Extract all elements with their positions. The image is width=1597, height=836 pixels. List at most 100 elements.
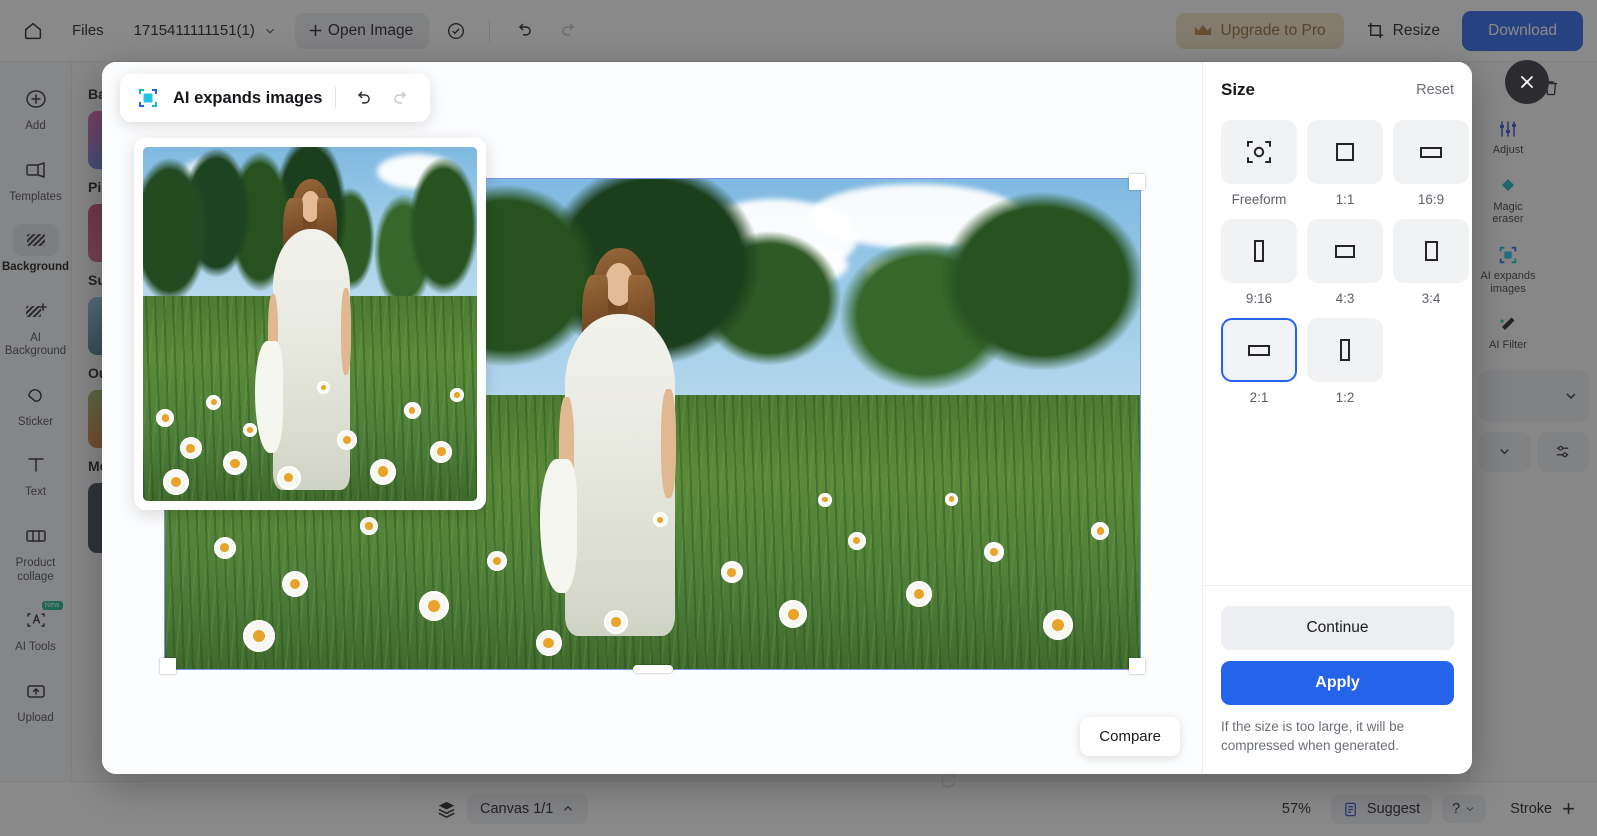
suggest-button[interactable]: Suggest: [1330, 794, 1433, 824]
new-badge: New: [41, 601, 63, 611]
filename-label: 1715411111151(1): [133, 22, 255, 39]
text-icon: [13, 449, 59, 481]
reset-button[interactable]: Reset: [1416, 82, 1454, 98]
plus-circle-icon: [13, 83, 59, 115]
tool-ai-expands-images[interactable]: AI expands images: [1478, 236, 1538, 303]
crown-icon: [1194, 23, 1212, 38]
rail-item-ai-tools[interactable]: AI Tools New: [4, 595, 68, 664]
size-panel-footer: Continue Apply If the size is too large,…: [1203, 584, 1472, 774]
tool-ai-filter[interactable]: AI Filter: [1478, 305, 1538, 360]
upload-icon: [13, 675, 59, 707]
size-note: If the size is too large, it will be com…: [1221, 718, 1405, 754]
rail-item-ai-background[interactable]: AI Background: [4, 286, 68, 368]
undo-icon[interactable]: [504, 12, 542, 50]
download-button[interactable]: Download: [1462, 10, 1583, 51]
ai-expand-icon: [1497, 244, 1519, 266]
redo-icon[interactable]: [388, 85, 414, 111]
tool-adjust[interactable]: Adjust: [1478, 110, 1538, 165]
redo-icon[interactable]: [550, 12, 588, 50]
tool-label: Adjust: [1492, 144, 1524, 156]
aspect-ratio-16-9[interactable]: 16:9: [1393, 120, 1469, 207]
rail-item-sticker[interactable]: Sticker: [4, 370, 68, 439]
plus-icon: [307, 22, 324, 39]
original-image: [143, 147, 477, 501]
ratio-shape-icon: [1307, 219, 1383, 283]
tool-label: AI expands images: [1480, 269, 1536, 295]
aspect-ratio-1-1[interactable]: 1:1: [1307, 120, 1383, 207]
sliders-icon[interactable]: [1536, 431, 1589, 472]
size-panel-header: Size Reset: [1221, 80, 1454, 100]
canvas-page-selector[interactable]: Canvas 1/1: [467, 794, 589, 824]
rail-item-label: AI Tools: [15, 641, 56, 654]
resize-handle-bottom-edge[interactable]: [632, 665, 673, 673]
cloud-check-icon[interactable]: [437, 12, 475, 50]
close-icon[interactable]: [1505, 60, 1549, 104]
aspect-ratio-1-2[interactable]: 1:2: [1307, 318, 1383, 405]
rail-item-label: Add: [25, 120, 46, 132]
ratio-shape-icon: [1221, 120, 1297, 184]
original-image-preview[interactable]: [134, 138, 486, 510]
continue-button[interactable]: Continue: [1221, 605, 1454, 650]
layers-icon[interactable]: [436, 799, 457, 820]
rail-item-label: Background: [1, 261, 70, 274]
undo-icon[interactable]: [349, 85, 375, 111]
chevron-control[interactable]: [1478, 431, 1531, 472]
ratio-label: 1:1: [1335, 192, 1355, 207]
rail-item-text[interactable]: Text: [4, 440, 68, 509]
ratio-shape-icon: [1393, 219, 1469, 283]
resize-handle-top-right[interactable]: [1129, 174, 1145, 190]
stroke-label: Stroke: [1510, 801, 1553, 817]
panel-spacer: [1221, 405, 1454, 585]
product-collage-icon: [13, 520, 59, 552]
files-menu[interactable]: Files: [60, 15, 116, 46]
aspect-ratio-grid: Freeform 1:1 16:9 9:16 4:3 3:4 2:1 1:2: [1221, 120, 1469, 405]
home-icon[interactable]: [14, 12, 52, 50]
photo-subject: [536, 247, 702, 640]
zoom-level[interactable]: 57%: [1272, 795, 1321, 823]
ratio-shape-icon: [1393, 120, 1469, 184]
collapsible-section[interactable]: [1478, 369, 1589, 422]
ratio-label: 4:3: [1335, 291, 1355, 306]
chevron-up-icon: [561, 802, 575, 816]
rail-item-templates[interactable]: Templates: [4, 145, 68, 214]
rail-item-upload[interactable]: Upload: [4, 666, 68, 735]
ratio-label: 2:1: [1249, 390, 1269, 405]
ai-tool-grid: Adjust Magic eraser AI expands images AI Fi…: [1478, 110, 1589, 360]
rail-item-label: Product collage: [15, 556, 56, 583]
resize-button[interactable]: Resize: [1352, 12, 1454, 49]
bottom-status-bar: Canvas 1/1 57% Suggest ? Stroke +: [0, 781, 1597, 836]
size-settings-panel: Size Reset Freeform 1:1 16:9 9:16 4:3 3:4 2:1 1…: [1202, 62, 1472, 774]
resize-handle-bottom-left[interactable]: [160, 658, 176, 674]
help-button[interactable]: ?: [1442, 795, 1487, 823]
ratio-shape-icon: [1307, 318, 1383, 382]
ratio-shape-icon: [1221, 219, 1297, 283]
compare-button[interactable]: Compare: [1080, 717, 1180, 756]
resize-handle-bottom-right[interactable]: [1129, 658, 1145, 674]
rail-item-background[interactable]: Background: [1, 215, 70, 284]
tool-label: AI Filter: [1489, 339, 1527, 352]
rail-item-product-collage[interactable]: Product collage: [4, 511, 68, 593]
chevron-down-icon: [1563, 388, 1579, 404]
tool-magic-eraser[interactable]: Magic eraser: [1478, 167, 1538, 234]
rail-item-label: Upload: [17, 711, 54, 724]
aspect-ratio-freeform[interactable]: Freeform: [1221, 120, 1297, 207]
aspect-ratio-3-4[interactable]: 3:4: [1393, 219, 1469, 306]
expand-preview-area[interactable]: AI expands images Compare: [102, 62, 1202, 774]
magic-eraser-icon: [1497, 175, 1519, 197]
filename-selector[interactable]: 1715411111151(1): [124, 15, 287, 46]
canvas-controls: Canvas 1/1: [436, 794, 589, 824]
rail-item-add[interactable]: Add: [4, 74, 68, 143]
aspect-ratio-9-16[interactable]: 9:16: [1221, 219, 1297, 306]
left-tool-rail: Add Templates Background AI Background Stick…: [0, 62, 72, 836]
plus-icon[interactable]: +: [1562, 796, 1581, 822]
apply-button[interactable]: Apply: [1221, 660, 1454, 705]
open-image-button[interactable]: Open Image: [294, 12, 430, 49]
aspect-ratio-4-3[interactable]: 4:3: [1307, 219, 1383, 306]
object-properties-panel: Adjust Magic eraser AI expands images AI Fi…: [1469, 62, 1597, 781]
aspect-ratio-2-1[interactable]: 2:1: [1221, 318, 1297, 405]
upgrade-to-pro-button[interactable]: Upgrade to Pro: [1175, 12, 1344, 49]
top-toolbar: Files 1715411111151(1) Open Image Upgrad…: [0, 0, 1597, 62]
modal-layer: AI expands images Compare Size Reset Fre…: [0, 0, 1597, 836]
toolbar-divider: [489, 19, 491, 42]
rail-item-label: Templates: [9, 190, 62, 203]
